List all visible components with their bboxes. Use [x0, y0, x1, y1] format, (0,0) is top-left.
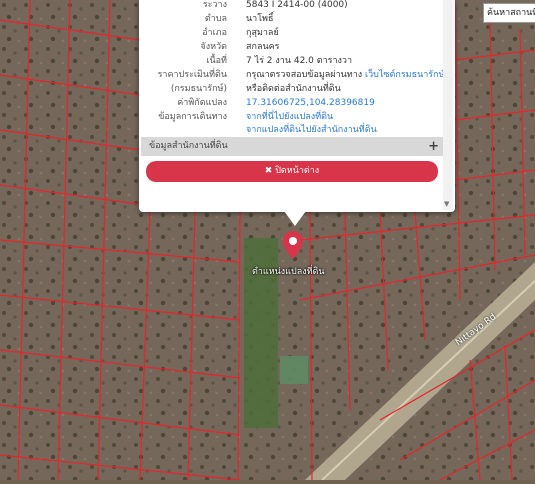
popup-pointer — [284, 211, 306, 226]
search-input[interactable]: ค้นหาสถานที่ — [483, 3, 535, 23]
row-label: ระวาง — [202, 0, 227, 10]
row-label: ราคาประเมินที่ดิน — [157, 70, 227, 80]
treasury-website-link[interactable]: เว็บไซต์กรมธนารักษ์ — [365, 70, 444, 80]
scroll-down-icon[interactable]: ▼ — [444, 200, 449, 208]
coordinates-link[interactable]: 17.31606725,104.28396819 — [246, 97, 375, 110]
row-label: เนื้อที่ — [206, 56, 227, 66]
row-label: (กรมธนารักษ์) — [170, 84, 227, 94]
route-to-office-link[interactable]: จากแปลงที่ดินไปยังสำนักงานที่ดิน — [246, 124, 377, 137]
row-label: ค่าพิกัดแปลง — [177, 98, 227, 108]
expand-plus-icon[interactable]: + — [428, 137, 439, 156]
close-button-label: ปิดหน้าต่าง — [275, 166, 320, 176]
row-value: หรือติดต่อสำนักงานที่ดิน — [246, 84, 341, 94]
location-pin-icon[interactable] — [282, 230, 304, 264]
section-title: ข้อมูลสำนักงานที่ดิน — [149, 141, 228, 151]
popup-scrollbar[interactable]: ▼ — [443, 0, 453, 210]
pond — [280, 356, 308, 384]
land-office-section-toggle[interactable]: ข้อมูลสำนักงานที่ดิน + — [141, 137, 443, 156]
row-label: ตำบล — [204, 14, 227, 24]
row-value: นาโพธิ์ — [246, 14, 274, 24]
row-value: สกลนคร — [246, 42, 280, 52]
row-value: 7 ไร่ 2 งาน 42.0 ตารางวา — [246, 56, 353, 66]
row-value: กรุณาตรวจสอบข้อมูลผ่านทาง — [246, 70, 363, 80]
pin-label: ตำแหน่งแปลงที่ดิน — [252, 267, 325, 277]
row-label: อำเภอ — [202, 28, 227, 38]
row-value: กุสุมาลย์ — [246, 28, 279, 38]
close-window-button[interactable]: ✖ ปิดหน้าต่าง — [146, 161, 438, 182]
row-label: จังหวัด — [200, 42, 228, 52]
row-label: ข้อมูลการเดินทาง — [158, 112, 227, 122]
close-x-icon: ✖ — [264, 166, 273, 176]
row-value: 5843 I 2414-00 (4000) — [246, 0, 348, 10]
route-to-parcel-link[interactable]: จากที่นี่ไปยังแปลงที่ดิน — [246, 111, 333, 124]
